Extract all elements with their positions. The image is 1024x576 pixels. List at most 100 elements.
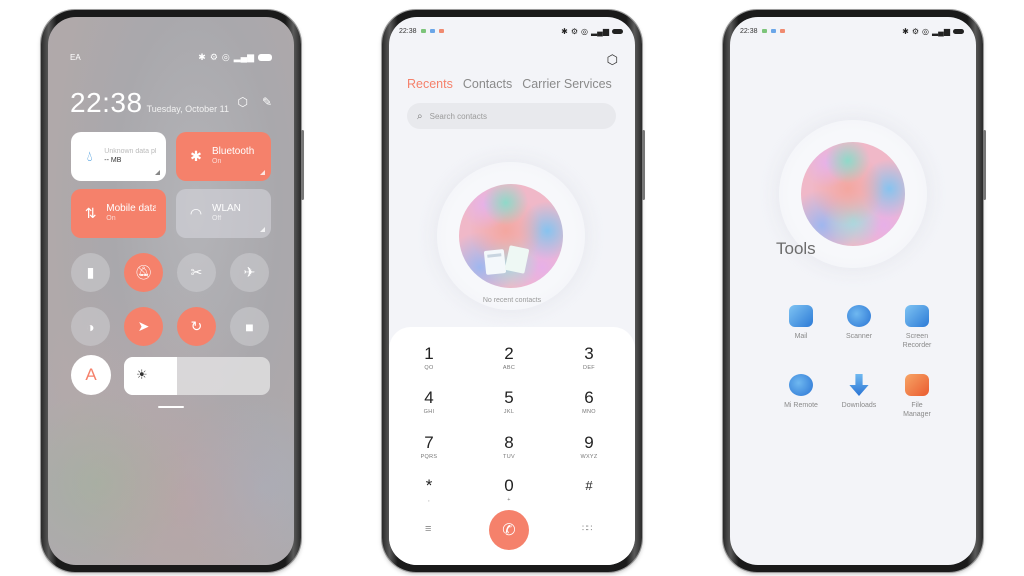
status-icons: ✱ ⚙ ◎ ▂▄▆ — [561, 27, 623, 36]
tile-title: Bluetooth — [212, 146, 255, 158]
dial-key[interactable]: 7 PQRS — [394, 433, 464, 461]
dial-key[interactable]: 3 DEF — [554, 345, 624, 372]
notification-icon — [420, 29, 426, 33]
call-button[interactable]: ✆ — [489, 510, 529, 550]
app-mail[interactable]: Mail — [771, 305, 831, 342]
dial-key[interactable]: 0 + — [474, 477, 544, 504]
dial-key-letters: MNO — [582, 409, 596, 415]
tab-contacts[interactable]: Contacts — [463, 77, 512, 91]
bluetooth-icon: ✱ — [198, 51, 206, 62]
wlan-tile[interactable]: ◠ WLAN Off — [176, 189, 271, 238]
battery-icon — [953, 28, 964, 34]
app-scanner[interactable]: Scanner — [829, 305, 889, 342]
bluetooth-tile[interactable]: ✱ Bluetooth On — [176, 132, 271, 181]
menu-icon[interactable]: ≡ — [425, 523, 431, 535]
dial-key[interactable]: 1 QO — [394, 344, 464, 372]
expand-corner-icon — [260, 170, 265, 175]
signal-icon: ▂▄▆ — [591, 26, 609, 36]
dial-key-digit: 4 — [424, 388, 434, 407]
dial-key-digit: 1 — [424, 344, 434, 363]
tile-subtitle: On — [106, 215, 116, 223]
airplane-toggle[interactable]: ✈ — [230, 253, 269, 292]
vibrate-icon: ⚙ — [570, 26, 579, 36]
brightness-slider[interactable]: ☀ — [124, 357, 270, 395]
phone-dialer: 22:38 ✱ ⚙ ◎ ▂▄▆ ⬡ Recents Contacts Carri… — [382, 10, 645, 572]
mobile-data-tile[interactable]: ⇅ Mobile data On — [71, 189, 166, 238]
battery-icon — [612, 28, 623, 34]
alarm-icon: ◎ — [221, 51, 230, 62]
expand-corner-icon — [155, 170, 160, 175]
location-arrow-icon: ➤ — [137, 318, 150, 334]
auto-brightness-button[interactable]: A — [71, 355, 111, 395]
rotation-lock-toggle[interactable]: ↻ — [177, 307, 216, 346]
tab-carrier-services[interactable]: Carrier Services — [522, 77, 612, 91]
dialpad-toggle-icon[interactable]: ∷∷ — [582, 523, 593, 534]
bluetooth-icon: ✱ — [190, 148, 202, 164]
brightness-fill — [124, 357, 177, 395]
screenshot-toggle[interactable]: ✂ — [177, 253, 216, 292]
dial-key-letters: + — [507, 497, 511, 503]
dial-pad: ≡ ✆ ∷∷ 1 QO 2 ABC 3 DEF 4 GHI 5 JKL 6 MNO 7 PQRS 8 TUV 9… — [389, 327, 635, 565]
app-label: Downloads — [841, 402, 877, 409]
carrier-label: EA — [70, 52, 81, 62]
mi-remote-icon — [789, 374, 813, 396]
auto-brightness-label: A — [85, 365, 97, 384]
mail-icon — [789, 305, 813, 327]
dial-key-letters: DEF — [583, 365, 595, 371]
flashlight-toggle[interactable]: ▮ — [71, 253, 110, 292]
notification-icon — [438, 29, 444, 33]
expand-corner-icon — [260, 227, 265, 232]
dial-key-digit: # — [585, 478, 593, 493]
scanner-icon — [847, 305, 871, 327]
video-camera-icon: ■ — [245, 318, 254, 335]
signal-icon: ▂▄▆ — [932, 26, 950, 36]
downloads-icon — [849, 374, 869, 396]
signal-icon: ▂▄▆ — [233, 51, 254, 62]
silent-toggle[interactable]: 🔕︎ — [124, 253, 163, 292]
edit-icon[interactable]: ✎ — [262, 95, 272, 109]
data-arrows-icon: ⇅ — [84, 205, 97, 221]
dialer-tabs: Recents Contacts Carrier Services — [407, 77, 612, 91]
tab-recents[interactable]: Recents — [407, 77, 453, 91]
alarm-icon: ◎ — [922, 26, 930, 36]
dial-key-letters: GHI — [423, 409, 435, 415]
status-bar: 22:38 ✱ ⚙ ◎ ▂▄▆ — [399, 25, 623, 37]
settings-icon[interactable]: ⬡ — [607, 52, 618, 68]
app-file-manager[interactable]: File Manager — [887, 374, 947, 420]
water-drop-icon: 💧︎ — [86, 148, 93, 164]
dial-key[interactable]: 6 MNO — [554, 389, 624, 416]
dial-key[interactable]: 9 WXYZ — [554, 434, 624, 461]
dial-key-digit: 7 — [424, 433, 434, 452]
status-icons: ✱ ⚙ ◎ ▂▄▆ — [902, 27, 964, 36]
dial-key[interactable]: 5 JKL — [474, 389, 544, 416]
dial-key[interactable]: 2 ABC — [474, 345, 544, 372]
file-manager-icon — [905, 374, 929, 396]
app-screen-recorder[interactable]: Screen Recorder — [887, 305, 947, 351]
location-toggle[interactable]: ➤ — [124, 307, 163, 346]
app-mi-remote[interactable]: Mi Remote — [771, 374, 831, 411]
drag-handle[interactable] — [158, 406, 184, 408]
header-actions: ⬡ ✎ — [237, 95, 272, 109]
dial-key[interactable]: 8 TUV — [474, 434, 544, 461]
tile-title: WLAN — [212, 203, 241, 215]
dial-key[interactable]: # — [554, 477, 624, 497]
dial-key[interactable]: *, — [394, 477, 464, 504]
data-usage-tile[interactable]: 💧︎ Unknown data plan -- MB — [71, 132, 166, 181]
screen-recorder-toggle[interactable]: ■ — [230, 307, 269, 346]
notification-icon — [761, 29, 767, 33]
control-center-screen: EA ✱ ⚙ ◎ ▂▄▆ 22:38 Tuesday, October 11 ⬡… — [48, 17, 294, 565]
app-label: Scanner — [845, 333, 873, 340]
search-placeholder: Search contacts — [429, 111, 487, 121]
sun-icon: ☀ — [136, 367, 148, 382]
clock: 22:38 Tuesday, October 11 — [70, 87, 229, 119]
search-input[interactable]: ⌕ Search contacts — [407, 103, 616, 129]
app-label: Screen Recorder — [902, 333, 932, 349]
notification-icon — [779, 29, 785, 33]
dialer-screen: 22:38 ✱ ⚙ ◎ ▂▄▆ ⬡ Recents Contacts Carri… — [389, 17, 635, 565]
dial-key[interactable]: 4 GHI — [394, 388, 464, 416]
settings-icon[interactable]: ⬡ — [237, 95, 247, 109]
app-downloads[interactable]: Downloads — [829, 374, 889, 411]
dial-key-letters: WXYZ — [580, 454, 598, 460]
dark-mode-toggle[interactable]: ◑ — [71, 307, 110, 346]
contrast-icon: ◑ — [86, 318, 95, 335]
